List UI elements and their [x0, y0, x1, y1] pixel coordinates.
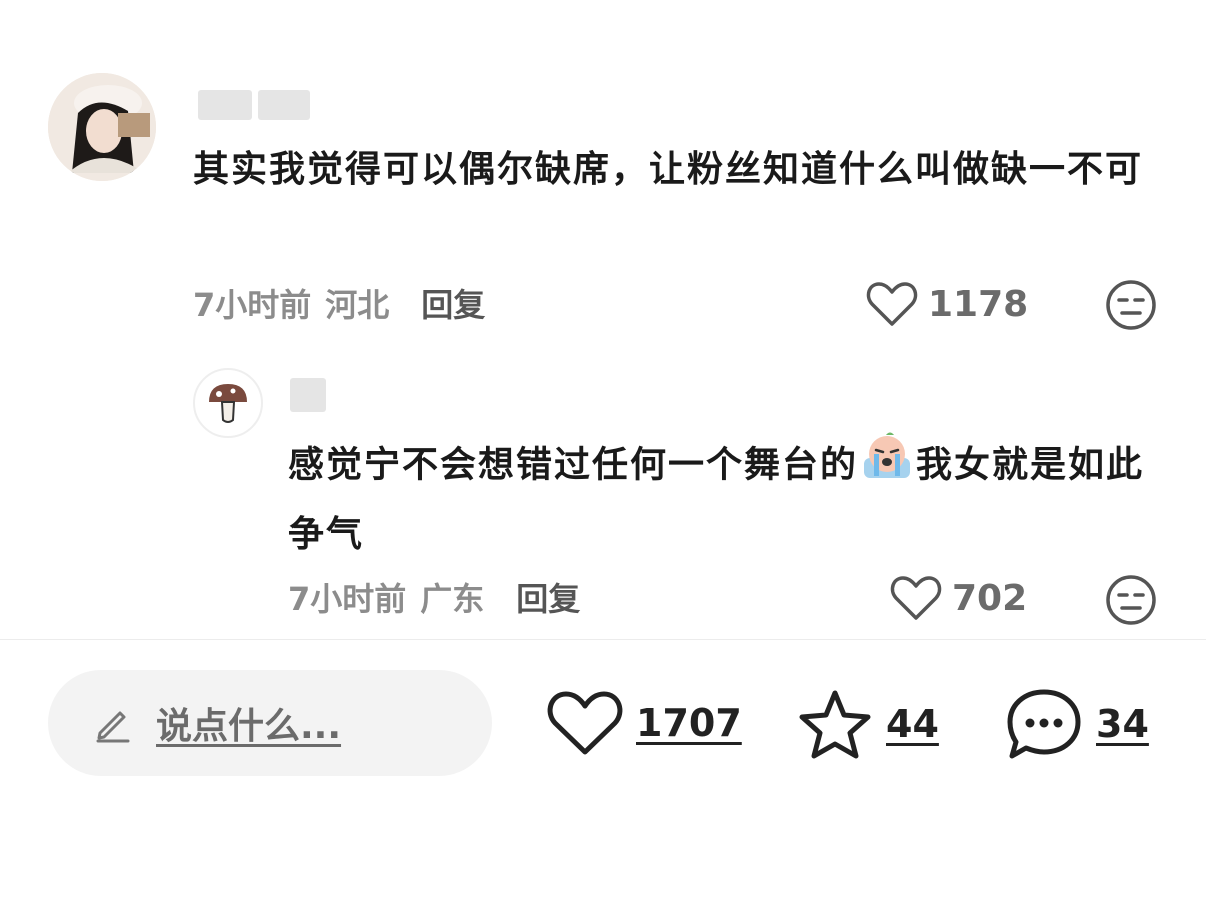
like-count: 702 — [952, 577, 1028, 619]
username-blurred[interactable] — [198, 90, 310, 120]
avatar[interactable] — [48, 73, 156, 181]
reply-button[interactable]: 回复 — [421, 280, 485, 326]
comment-like-button[interactable]: 1178 — [866, 280, 1028, 328]
mushroom-icon — [209, 384, 247, 423]
comments-button[interactable]: 34 — [1004, 686, 1149, 762]
comment-time: 7小时前 — [288, 580, 407, 618]
reply-comment-text: 感觉宁不会想错过任何一个舞台的 我女就是如此争气 — [288, 430, 1158, 567]
reply-button[interactable]: 回复 — [516, 574, 580, 620]
crying-face-emoji — [860, 430, 914, 503]
heart-icon — [866, 282, 918, 326]
unamused-face-icon — [1106, 280, 1156, 330]
comment-body: 感觉宁不会想错过任何一个舞台的 — [288, 444, 859, 486]
like-count: 1707 — [636, 701, 742, 745]
comment-input[interactable]: 说点什么... — [48, 670, 492, 776]
heart-icon — [890, 576, 942, 620]
comment-like-button[interactable]: 702 — [890, 574, 1027, 622]
divider — [0, 639, 1206, 640]
unamused-face-icon — [1106, 575, 1156, 625]
pencil-icon — [96, 711, 130, 743]
comment-meta: 7小时前 广东 回复 — [288, 574, 580, 620]
comment-location: 河北 — [325, 286, 390, 324]
comment-time: 7小时前 — [193, 286, 312, 324]
favorite-button[interactable]: 44 — [796, 688, 939, 760]
heart-icon — [547, 691, 623, 755]
avatar-photo — [48, 73, 156, 181]
like-button[interactable]: 1707 — [546, 688, 742, 758]
like-count: 1178 — [928, 283, 1029, 325]
comment-body: 其实我觉得可以偶尔缺席，让粉丝知道什么叫做缺一不可 — [193, 149, 1144, 190]
comment-bubble-icon — [1007, 689, 1081, 759]
favorite-count: 44 — [886, 702, 939, 746]
comment-meta: 7小时前 河北 回复 — [193, 280, 485, 326]
comment-page: 其实我觉得可以偶尔缺席，让粉丝知道什么叫做缺一不可 7小时前 河北 回复 117… — [0, 0, 1206, 904]
star-icon — [799, 690, 871, 759]
avatar[interactable] — [193, 368, 263, 438]
username-blurred[interactable] — [290, 378, 326, 412]
dislike-button[interactable] — [1105, 574, 1157, 630]
dislike-button[interactable] — [1105, 279, 1157, 335]
comment-text: 其实我觉得可以偶尔缺席，让粉丝知道什么叫做缺一不可 — [193, 138, 1158, 202]
comment-location: 广东 — [420, 580, 485, 618]
comment-count: 34 — [1096, 702, 1149, 746]
input-placeholder: 说点什么... — [156, 706, 342, 747]
